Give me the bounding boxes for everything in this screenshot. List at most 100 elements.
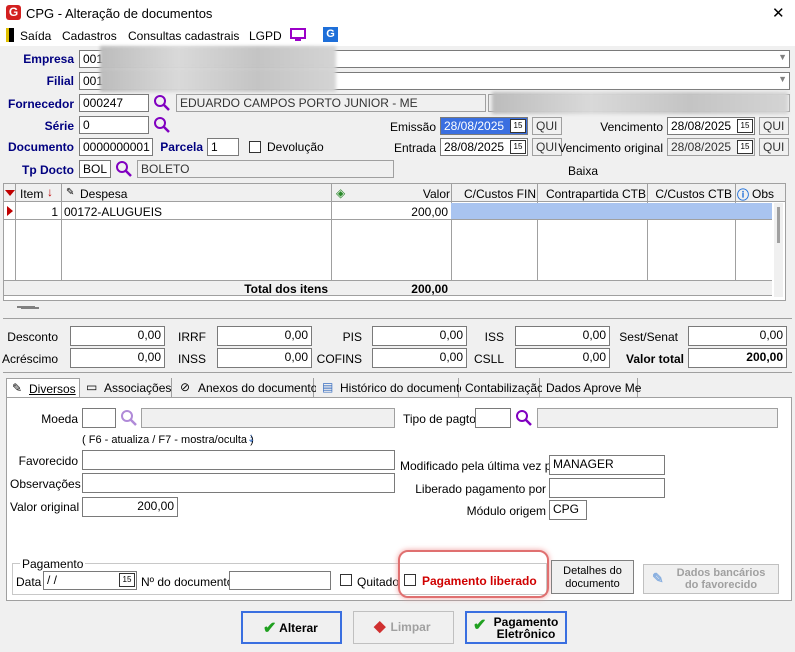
inss-input[interactable]: 0,00 [217, 348, 312, 368]
valor-original-field: 200,00 [82, 497, 178, 517]
app-g-icon[interactable]: G [323, 27, 338, 42]
pagamento-eletronico-button[interactable]: ✔ Pagamento Eletrônico [465, 611, 567, 644]
devolucao-label: Devolução [267, 140, 324, 154]
iss-label: ISS [484, 330, 504, 344]
tipo-pagto-name-field [537, 408, 778, 428]
moeda-input[interactable] [82, 408, 116, 428]
modulo-field: CPG [549, 500, 587, 520]
serie-search-icon[interactable] [153, 116, 171, 134]
csll-input[interactable]: 0,00 [515, 348, 610, 368]
entrada-calendar-icon[interactable]: 15 [510, 140, 526, 154]
quitado-checkbox[interactable] [340, 574, 352, 586]
col-cctb[interactable]: C/Custos CTB [650, 187, 732, 201]
monitor-icon[interactable] [290, 28, 306, 42]
sest-input[interactable]: 0,00 [688, 326, 787, 346]
emissao-calendar-icon[interactable]: 15 [510, 119, 526, 133]
grid-resize-handle[interactable] [17, 306, 35, 308]
grid-scrollbar[interactable] [774, 203, 783, 297]
menu-cadastros[interactable]: Cadastros [62, 29, 117, 43]
tab-anexos[interactable]: ⊘ Anexos do documento [174, 378, 317, 398]
moeda-name-field [141, 408, 395, 428]
favorecido-input[interactable] [82, 450, 395, 470]
window-title: CPG - Alteração de documentos [26, 6, 213, 21]
col-cfin[interactable]: C/Custos FIN [454, 187, 536, 201]
sest-label: Sest/Senat [619, 330, 678, 344]
fornecedor-search-icon[interactable] [153, 94, 171, 112]
pencil-icon: ✎ [652, 570, 664, 586]
acrescimo-input[interactable]: 0,00 [70, 348, 165, 368]
info-icon: ⓘ [737, 188, 750, 202]
venc-original-calendar-icon: 15 [737, 140, 753, 154]
moeda-search-icon[interactable] [120, 409, 138, 427]
col-obs[interactable]: Obs [752, 187, 774, 201]
entrada-label: Entrada [393, 141, 436, 155]
emissao-label: Emissão [389, 120, 436, 134]
parcela-input[interactable]: 1 [207, 138, 239, 156]
iss-input[interactable]: 0,00 [515, 326, 610, 346]
cofins-input[interactable]: 0,00 [372, 348, 467, 368]
serie-label: Série [44, 119, 74, 133]
items-grid[interactable]: Item ↓ ✎ Despesa ◈ Valor C/Custos FIN Co… [3, 183, 786, 309]
menu-lgpd[interactable]: LGPD [249, 29, 282, 43]
row-valor[interactable]: 200,00 [334, 205, 448, 219]
redacted-fornecedor [492, 92, 788, 114]
vencimento-label: Vencimento [600, 120, 663, 134]
pagamento-liberado-checkbox[interactable] [404, 574, 416, 586]
observacoes-label: Observações [10, 477, 81, 491]
menu-exit[interactable]: Saída [20, 29, 51, 43]
documento-input[interactable]: 0000000001 [79, 138, 153, 156]
fornecedor-code-input[interactable]: 000247 [79, 94, 149, 112]
limpar-button[interactable]: ◆ Limpar [353, 611, 454, 644]
pagamento-data-label: Data [16, 575, 42, 589]
col-item[interactable]: Item [20, 187, 43, 201]
csll-label: CSLL [473, 352, 504, 366]
tab-diversos[interactable]: ✎ Diversos [6, 378, 80, 398]
menu-consultas[interactable]: Consultas cadastrais [128, 29, 239, 43]
hint-text: ( F6 - atualiza / F7 - mostra/oculta ) [82, 434, 254, 446]
tab-historico[interactable]: ▤ Histórico do documento [316, 378, 466, 398]
tipo-pagto-input[interactable] [475, 408, 511, 428]
pis-input[interactable]: 0,00 [372, 326, 467, 346]
total-value: 200,00 [411, 282, 448, 296]
modulo-label: Módulo origem [466, 504, 546, 518]
venc-original-label: Vencimento original [558, 141, 663, 155]
close-icon[interactable]: ✕ [772, 4, 785, 22]
desconto-label: Desconto [7, 330, 58, 344]
col-contrapartida[interactable]: Contrapartida CTB [540, 187, 646, 201]
check-icon: ✔ [473, 617, 487, 634]
tab-associacoes[interactable]: ▭ Associações [82, 378, 172, 398]
pencil-icon: ✎ [12, 381, 23, 395]
serie-input[interactable]: 0 [79, 116, 149, 134]
tipo-pagto-search-icon[interactable] [515, 409, 533, 427]
row-despesa[interactable]: 00172-ALUGUEIS [64, 205, 162, 219]
tab-aprove-me[interactable]: Dados Aprove Me [542, 378, 641, 398]
vencimento-day-field: QUI [759, 117, 789, 135]
redacted-filial [100, 68, 336, 92]
selected-row-highlight [451, 203, 772, 219]
observacoes-input[interactable] [82, 473, 395, 493]
parcela-label: Parcela [160, 140, 203, 154]
pagamento-calendar-icon[interactable]: 15 [119, 573, 135, 587]
empresa-label: Empresa [23, 52, 74, 66]
dados-bancarios-button[interactable]: ✎ Dados bancários do favorecido [643, 564, 779, 594]
associations-icon: ▭ [86, 380, 98, 394]
irrf-input[interactable]: 0,00 [217, 326, 312, 346]
vencimento-calendar-icon[interactable]: 15 [737, 119, 753, 133]
pagamento-group-label: Pagamento [20, 557, 86, 571]
moeda-label: Moeda [41, 412, 78, 426]
devolucao-checkbox[interactable] [249, 141, 261, 153]
col-despesa[interactable]: Despesa [80, 187, 127, 201]
desconto-input[interactable]: 0,00 [70, 326, 165, 346]
tpdocto-search-icon[interactable] [115, 160, 133, 178]
fornecedor-label: Fornecedor [7, 97, 74, 111]
ndoc-input[interactable] [229, 571, 331, 590]
detalhes-documento-button[interactable]: Detalhes do documento [551, 560, 634, 594]
tpdocto-code-input[interactable]: BOL [79, 160, 111, 178]
acrescimo-label: Acréscimo [1, 352, 58, 366]
tab-contabilizacao[interactable]: Contabilização [461, 378, 544, 398]
alterar-button[interactable]: ✔ Alterar [241, 611, 342, 644]
col-valor[interactable]: Valor [414, 187, 450, 201]
money-icon: ◈ [336, 186, 346, 200]
quitado-label: Quitado [357, 575, 400, 589]
row-item[interactable]: 1 [18, 205, 58, 219]
